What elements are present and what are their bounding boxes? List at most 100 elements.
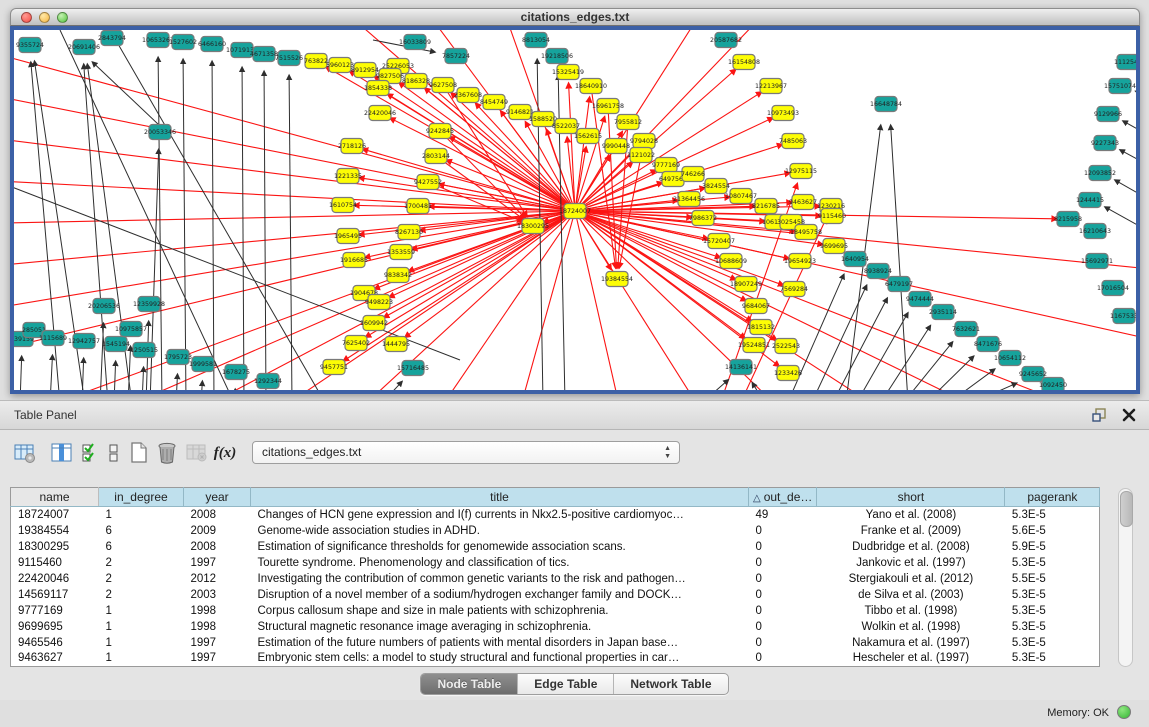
graph-node-12093852[interactable]: 12093852 bbox=[1084, 166, 1116, 181]
cell-title[interactable]: Disruption of a novel member of a sodium… bbox=[251, 587, 749, 603]
cell-name[interactable]: 9777169 bbox=[11, 603, 99, 619]
cell-short[interactable]: Franke et al. (2009) bbox=[817, 523, 1005, 539]
table-row[interactable]: 2242004622012Investigating the contribut… bbox=[11, 571, 1100, 587]
trash-icon[interactable] bbox=[154, 440, 180, 466]
graph-node-16648784[interactable]: 16648784 bbox=[870, 97, 902, 112]
cell-in-degree[interactable]: 1 bbox=[99, 635, 184, 651]
graph-node-20587682[interactable]: 20587682 bbox=[710, 33, 742, 48]
cell-year[interactable]: 2003 bbox=[184, 587, 251, 603]
citation-edge-black[interactable] bbox=[50, 355, 52, 390]
graph-node-12359928[interactable]: 12359928 bbox=[133, 297, 165, 312]
graph-node-8912954[interactable]: 8912954 bbox=[351, 63, 379, 78]
graph-node-1999581[interactable]: 1999581 bbox=[189, 357, 217, 372]
table-row[interactable]: 1830029562008Estimation of significance … bbox=[11, 539, 1100, 555]
graph-node-9627508[interactable]: 9627508 bbox=[429, 78, 457, 93]
cell-out-degree[interactable]: 0 bbox=[749, 523, 817, 539]
citation-edge-red[interactable] bbox=[569, 83, 575, 211]
citation-edge-black[interactable] bbox=[212, 61, 214, 390]
cell-name[interactable]: 18724007 bbox=[11, 507, 99, 523]
column-header-out-degree[interactable]: △out_de… bbox=[749, 488, 817, 507]
cell-name[interactable]: 14569117 bbox=[11, 587, 99, 603]
graph-node-1916685[interactable]: 1916685 bbox=[340, 253, 368, 268]
cell-year[interactable]: 2012 bbox=[184, 571, 251, 587]
graph-node-1640954[interactable]: 1640954 bbox=[841, 252, 869, 267]
cell-pagerank[interactable]: 5.5E-5 bbox=[1005, 571, 1100, 587]
citation-edge-black[interactable] bbox=[703, 380, 728, 390]
citation-edge-red[interactable] bbox=[575, 211, 620, 390]
graph-node-9498223[interactable]: 9498223 bbox=[365, 295, 393, 310]
tab-node-table[interactable]: Node Table bbox=[421, 674, 518, 694]
cell-name[interactable]: 9465546 bbox=[11, 635, 99, 651]
cell-year[interactable]: 1997 bbox=[184, 635, 251, 651]
graph-node-8216785[interactable]: 8216785 bbox=[752, 199, 780, 214]
citation-edge-black[interactable] bbox=[114, 361, 116, 390]
graph-node-9242845[interactable]: 9242845 bbox=[426, 124, 454, 139]
tab-edge-table[interactable]: Edge Table bbox=[518, 674, 614, 694]
cell-title[interactable]: Genome-wide association studies in ADHD. bbox=[251, 523, 749, 539]
table-vertical-scrollbar[interactable] bbox=[1118, 488, 1133, 667]
citation-edge-black[interactable] bbox=[927, 356, 974, 390]
graph-node-21364456[interactable]: 21364456 bbox=[673, 192, 705, 207]
graph-node-19218506[interactable]: 19218506 bbox=[541, 49, 573, 64]
cell-short[interactable]: Hescheler et al. (1997) bbox=[817, 651, 1005, 667]
graph-node-1221335[interactable]: 1221335 bbox=[334, 169, 362, 184]
function-builder-icon[interactable]: f(x) bbox=[212, 440, 238, 466]
cell-pagerank[interactable]: 5.3E-5 bbox=[1005, 587, 1100, 603]
graph-node-18640910[interactable]: 18640910 bbox=[575, 79, 607, 94]
cell-pagerank[interactable]: 5.3E-5 bbox=[1005, 635, 1100, 651]
citation-network-graph[interactable]: 9355724206914062843794106532671527602646… bbox=[14, 30, 1136, 390]
column-select-icon[interactable] bbox=[49, 440, 75, 466]
cell-out-degree[interactable]: 0 bbox=[749, 603, 817, 619]
citation-edge-red[interactable] bbox=[436, 156, 524, 220]
graph-node-7625402[interactable]: 7625402 bbox=[342, 336, 370, 351]
graph-node-8813054[interactable]: 8813054 bbox=[522, 33, 550, 48]
citation-edge-black[interactable] bbox=[158, 57, 162, 390]
table-row[interactable]: 946554611997Estimation of the future num… bbox=[11, 635, 1100, 651]
graph-node-9684067[interactable]: 9684067 bbox=[742, 299, 770, 314]
cell-out-degree[interactable]: 0 bbox=[749, 555, 817, 571]
cell-short[interactable]: Yano et al. (2008) bbox=[817, 507, 1005, 523]
cell-out-degree[interactable]: 0 bbox=[749, 571, 817, 587]
graph-node-746266[interactable]: 746266 bbox=[681, 167, 705, 182]
graph-node-9463627[interactable]: 9463627 bbox=[789, 195, 817, 210]
column-header-in-degree[interactable]: in_degree bbox=[99, 488, 184, 507]
graph-node-18907249[interactable]: 18907249 bbox=[730, 277, 762, 292]
cell-in-degree[interactable]: 1 bbox=[99, 619, 184, 635]
graph-node-1527602[interactable]: 1527602 bbox=[169, 35, 197, 50]
cell-pagerank[interactable]: 5.3E-5 bbox=[1005, 507, 1100, 523]
cell-name[interactable]: 9699695 bbox=[11, 619, 99, 635]
graph-node-2803144[interactable]: 2803144 bbox=[422, 149, 450, 164]
cell-out-degree[interactable]: 0 bbox=[749, 635, 817, 651]
citation-edge-black[interactable] bbox=[891, 125, 908, 390]
citation-edge-black[interactable] bbox=[234, 389, 235, 390]
graph-node-1233426[interactable]: 1233426 bbox=[774, 366, 802, 381]
graph-node-9355724[interactable]: 9355724 bbox=[16, 38, 44, 53]
graph-node-19524851[interactable]: 19524851 bbox=[738, 338, 770, 353]
cell-title[interactable]: Tourette syndrome. Phenomenology and cla… bbox=[251, 555, 749, 571]
cell-short[interactable]: Wolkin et al. (1998) bbox=[817, 619, 1005, 635]
table-source-combobox[interactable]: citations_edges.txt ▲▼ bbox=[252, 441, 680, 464]
graph-node-20691406[interactable]: 20691406 bbox=[68, 40, 100, 55]
cell-year[interactable]: 1997 bbox=[184, 651, 251, 667]
cell-pagerank[interactable]: 5.3E-5 bbox=[1005, 651, 1100, 667]
graph-node-15716485[interactable]: 15716485 bbox=[397, 361, 429, 376]
cell-short[interactable]: de Silva et al. (2003) bbox=[817, 587, 1005, 603]
citation-edge-black[interactable] bbox=[100, 323, 104, 390]
graph-node-19384554[interactable]: 19384554 bbox=[601, 272, 633, 287]
row-pair-icon[interactable] bbox=[101, 440, 127, 466]
graph-node-10654112[interactable]: 10654112 bbox=[994, 351, 1026, 366]
graph-node-1795723[interactable]: 1795723 bbox=[164, 350, 192, 365]
cell-pagerank[interactable]: 5.3E-5 bbox=[1005, 619, 1100, 635]
tab-network-table[interactable]: Network Table bbox=[614, 674, 727, 694]
graph-node-2935114[interactable]: 2935114 bbox=[929, 305, 957, 320]
graph-node-9838342[interactable]: 9838342 bbox=[384, 268, 412, 283]
graph-node-8267130[interactable]: 8267130 bbox=[395, 225, 423, 240]
citation-edge-red[interactable] bbox=[520, 211, 575, 390]
citation-edge-red[interactable] bbox=[575, 97, 590, 211]
citation-edge-black[interactable] bbox=[974, 383, 1017, 390]
citation-edge-black[interactable] bbox=[201, 381, 202, 390]
graph-node-8471676[interactable]: 8471676 bbox=[974, 337, 1002, 352]
cell-pagerank[interactable]: 5.6E-5 bbox=[1005, 523, 1100, 539]
scrollbar-thumb[interactable] bbox=[1120, 491, 1133, 527]
graph-node-1292344[interactable]: 1292344 bbox=[254, 374, 282, 389]
